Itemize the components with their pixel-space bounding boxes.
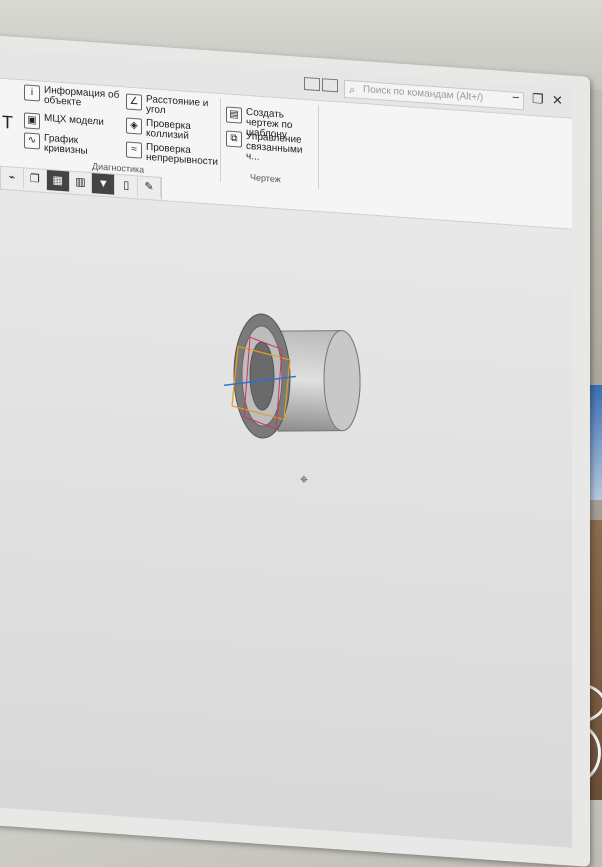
view-settings-icon[interactable]: ▯: [115, 174, 139, 197]
continuity-check-icon: ≈: [126, 141, 142, 159]
linked-drawings-icon: ⧉: [226, 130, 242, 148]
group-divider: [220, 98, 221, 183]
snap-icon[interactable]: ⌁: [1, 166, 24, 189]
info-object-icon: i: [24, 84, 40, 102]
minimize-button[interactable]: −: [512, 90, 520, 106]
distance-angle-icon: ∠: [126, 93, 142, 111]
monitor: ⌕ Поиск по командам (Alt+/) − ❐ ✕ T i Ин…: [0, 35, 590, 867]
search-placeholder: Поиск по командам (Alt+/): [363, 84, 484, 104]
curvature-graph-button[interactable]: ∿ График кривизны: [24, 132, 104, 158]
mass-properties-icon: ▣: [24, 112, 40, 130]
button-label: МЦХ модели: [44, 112, 104, 128]
text-tool-button[interactable]: T: [2, 112, 13, 133]
linked-drawings-button[interactable]: ⧉ Управление связанными ч...: [226, 130, 316, 167]
curvature-graph-icon: ∿: [24, 132, 40, 150]
button-label: Управление связанными ч...: [246, 130, 303, 163]
distance-angle-button[interactable]: ∠ Расстояние и угол: [126, 93, 216, 120]
layers-icon[interactable]: ▦: [46, 169, 70, 192]
search-icon: ⌕: [349, 84, 356, 97]
flanged-bushing-model[interactable]: [233, 312, 361, 445]
window-layout-icon[interactable]: [304, 76, 320, 92]
app-screen: ⌕ Поиск по командам (Alt+/) − ❐ ✕ T i Ин…: [0, 47, 572, 848]
pen-icon[interactable]: ✎: [138, 176, 162, 198]
button-label: Проверка коллизий: [146, 117, 191, 142]
mass-properties-button[interactable]: ▣ МЦХ модели: [24, 112, 124, 135]
window-screenshot-icon[interactable]: [322, 78, 338, 93]
crosshair-cursor-icon: ⌖: [300, 470, 308, 488]
button-label: График кривизны: [44, 132, 88, 157]
sheets-icon[interactable]: ▥: [69, 171, 93, 194]
copy-icon[interactable]: ❐: [23, 168, 47, 190]
info-object-button[interactable]: i Информация об объекте: [24, 84, 124, 111]
group-divider: [318, 104, 319, 190]
collision-check-button[interactable]: ◈ Проверка коллизий: [126, 117, 216, 144]
filter-icon[interactable]: ▼: [92, 173, 116, 195]
3d-viewport[interactable]: ⌖: [0, 190, 572, 848]
button-label: Проверка непрерывности: [146, 141, 218, 168]
button-label: Информация об объекте: [44, 84, 120, 109]
model-canvas: [223, 312, 361, 445]
drawing-template-icon: ▤: [226, 106, 242, 124]
group-label-drawing: Чертеж: [250, 172, 281, 185]
maximize-button[interactable]: ❐: [532, 91, 544, 108]
close-button[interactable]: ✕: [552, 92, 563, 109]
collision-check-icon: ◈: [126, 117, 142, 135]
button-label: Расстояние и угол: [146, 93, 209, 117]
